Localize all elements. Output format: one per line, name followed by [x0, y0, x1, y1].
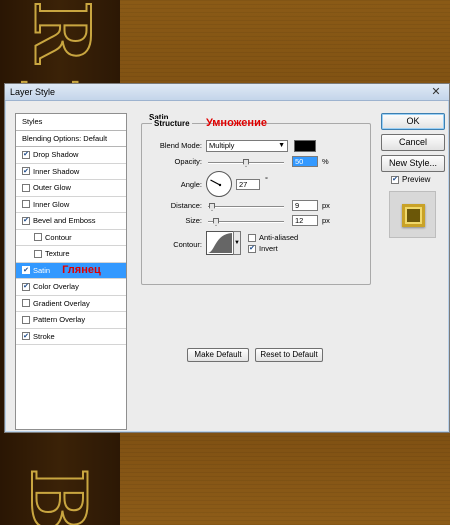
- layer-style-dialog: Layer Style ✕ Styles Blending Options: D…: [4, 83, 450, 433]
- style-item-checkbox[interactable]: [22, 315, 30, 324]
- angle-input[interactable]: 27: [236, 179, 260, 190]
- contour-thumbnail[interactable]: [206, 231, 234, 255]
- distance-unit: px: [322, 201, 330, 210]
- dialog-titlebar[interactable]: Layer Style: [5, 84, 449, 101]
- distance-slider-thumb[interactable]: [209, 203, 215, 211]
- style-item-label: Pattern Overlay: [33, 315, 86, 325]
- style-item-checkbox[interactable]: [22, 200, 30, 209]
- style-item-label: Bevel and Emboss: [33, 216, 96, 226]
- angle-dial[interactable]: [206, 171, 232, 197]
- opacity-unit: %: [322, 157, 329, 166]
- style-item-label: Gradient Overlay: [33, 298, 90, 308]
- preview-swatch: [402, 204, 425, 227]
- invert-label: Invert: [259, 244, 278, 253]
- angle-dial-needle-icon: [210, 179, 222, 187]
- style-item-label: Outer Glow: [33, 183, 71, 193]
- blend-annotation: Умножение: [206, 117, 267, 129]
- style-item-color-overlay[interactable]: ✔ Color Overlay: [16, 279, 126, 296]
- style-item-checkbox[interactable]: ✔: [22, 266, 30, 275]
- invert-checkbox[interactable]: ✔: [248, 244, 256, 253]
- style-item-checkbox[interactable]: [34, 249, 42, 258]
- preview-option[interactable]: ✔ Preview: [391, 175, 430, 184]
- size-unit: px: [322, 216, 330, 225]
- size-slider[interactable]: [208, 221, 284, 223]
- satin-panel: Satin Structure Умножение Blend Mode: Mu…: [137, 113, 375, 362]
- preview-checkbox[interactable]: ✔: [391, 175, 399, 184]
- style-item-contour[interactable]: Contour: [16, 230, 126, 246]
- style-item-inner-shadow[interactable]: ✔ Inner Shadow: [16, 164, 126, 180]
- blend-mode-select[interactable]: Multiply ▼: [206, 140, 288, 152]
- opacity-input[interactable]: 50: [292, 156, 318, 167]
- style-item-checkbox[interactable]: ✔: [22, 282, 30, 291]
- blend-mode-label: Blend Mode:: [159, 141, 202, 150]
- style-item-label: Color Overlay: [33, 282, 79, 292]
- size-input[interactable]: 12: [292, 215, 318, 226]
- style-item-gradient-overlay[interactable]: Gradient Overlay: [16, 296, 126, 312]
- style-preview: [389, 191, 436, 238]
- close-icon[interactable]: ✕: [429, 86, 443, 98]
- style-item-satin[interactable]: ✔ Satin Глянец: [16, 262, 126, 279]
- anti-aliased-checkbox[interactable]: [248, 233, 256, 242]
- style-item-label: Texture: [45, 249, 70, 259]
- style-item-label: Stroke: [33, 331, 55, 341]
- distance-label: Distance:: [170, 201, 202, 210]
- structure-group: Structure Умножение Blend Mode: Multiply…: [141, 117, 371, 285]
- invert-option[interactable]: ✔ Invert: [248, 244, 278, 253]
- style-item-label: Contour: [45, 232, 72, 242]
- style-item-checkbox[interactable]: [34, 233, 42, 242]
- style-item-checkbox[interactable]: ✔: [22, 332, 30, 341]
- make-default-button[interactable]: Make Default: [187, 348, 249, 362]
- opacity-label: Opacity:: [174, 157, 202, 166]
- dialog-title: Layer Style: [10, 87, 56, 97]
- angle-label: Angle:: [180, 180, 202, 189]
- style-item-outer-glow[interactable]: Outer Glow: [16, 180, 126, 197]
- blend-color-swatch[interactable]: [294, 140, 316, 152]
- style-item-checkbox[interactable]: ✔: [22, 216, 30, 225]
- style-item-inner-glow[interactable]: Inner Glow: [16, 197, 126, 213]
- contour-label: Contour:: [173, 240, 202, 249]
- style-item-checkbox[interactable]: ✔: [22, 150, 30, 159]
- preview-label: Preview: [402, 175, 431, 184]
- style-item-checkbox[interactable]: ✔: [22, 167, 30, 176]
- distance-input[interactable]: 9: [292, 200, 318, 211]
- style-item-label: Inner Glow: [33, 199, 70, 209]
- distance-slider[interactable]: [208, 206, 284, 208]
- style-item-label: Inner Shadow: [33, 166, 80, 176]
- contour-dropdown-arrow[interactable]: ▼: [233, 231, 241, 255]
- chevron-down-icon: ▼: [278, 142, 285, 149]
- blend-mode-value: Multiply: [209, 141, 235, 150]
- style-item-stroke[interactable]: ✔ Stroke: [16, 329, 126, 345]
- style-item-bevel-and-emboss[interactable]: ✔ Bevel and Emboss: [16, 213, 126, 230]
- style-item-texture[interactable]: Texture: [16, 246, 126, 263]
- cancel-button[interactable]: Cancel: [381, 134, 445, 151]
- anti-aliased-option[interactable]: Anti-aliased: [248, 233, 298, 242]
- style-item-label: Satin: [33, 265, 51, 275]
- background-letter-b: B: [13, 467, 104, 525]
- angle-unit: °: [265, 175, 268, 184]
- new-style-button[interactable]: New Style...: [381, 155, 445, 172]
- ok-button[interactable]: OK: [381, 113, 445, 130]
- blending-options-item[interactable]: Blending Options: Default: [16, 131, 126, 147]
- styles-header[interactable]: Styles: [16, 114, 126, 131]
- contour-curve-icon: [208, 233, 232, 253]
- styles-list: Styles Blending Options: Default ✔ Drop S…: [15, 113, 127, 430]
- style-item-label: Drop Shadow: [33, 150, 79, 160]
- satin-annotation: Глянец: [62, 264, 101, 277]
- size-label: Size:: [185, 216, 202, 225]
- anti-aliased-label: Anti-aliased: [259, 233, 299, 242]
- reset-to-default-button[interactable]: Reset to Default: [255, 348, 323, 362]
- size-slider-thumb[interactable]: [213, 218, 219, 226]
- opacity-slider-thumb[interactable]: [243, 159, 249, 167]
- style-item-drop-shadow[interactable]: ✔ Drop Shadow: [16, 147, 126, 164]
- style-item-checkbox[interactable]: [22, 183, 30, 192]
- style-item-pattern-overlay[interactable]: Pattern Overlay: [16, 312, 126, 329]
- background-letter-r: R: [17, 0, 108, 65]
- structure-title: Structure: [152, 119, 192, 128]
- style-item-checkbox[interactable]: [22, 299, 30, 308]
